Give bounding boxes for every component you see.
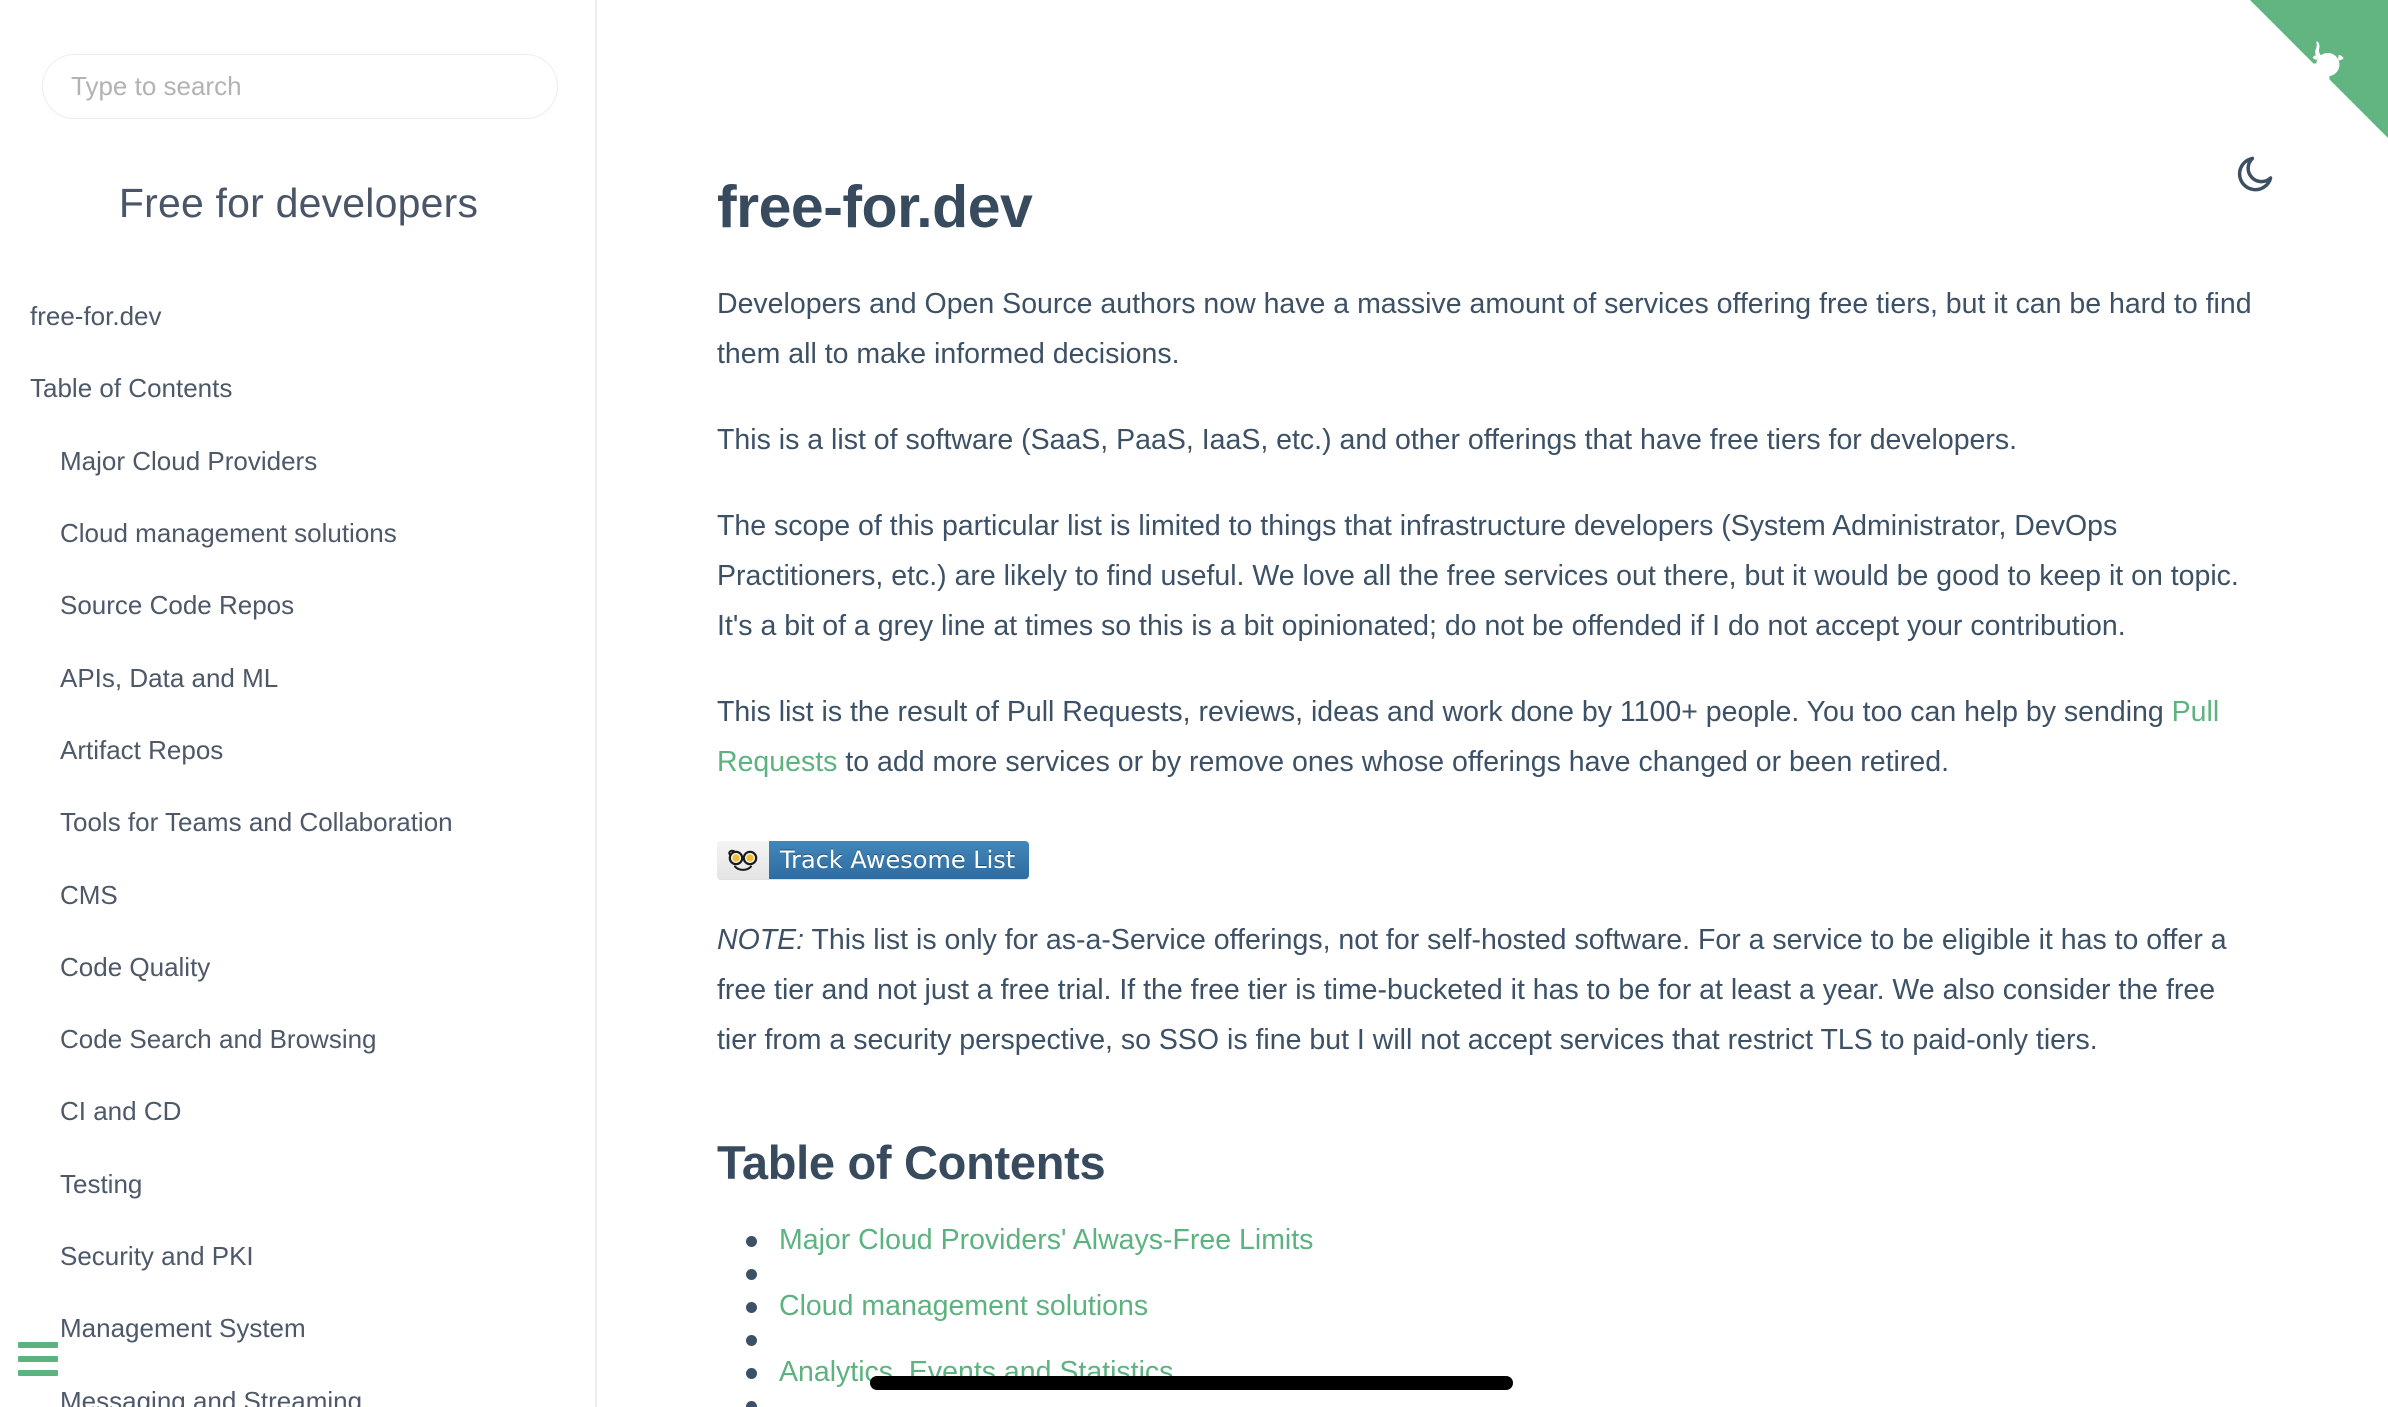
sidebar-nav: free-for.dev Table of Contents Major Clo… — [0, 280, 595, 1407]
sidebar-item-management-system[interactable]: Management System — [0, 1292, 595, 1364]
toc-list-item — [746, 1257, 2267, 1290]
hamburger-bar — [18, 1370, 58, 1376]
intro-paragraph-4: This list is the result of Pull Requests… — [717, 651, 2262, 787]
hamburger-icon[interactable] — [18, 1342, 58, 1376]
sidebar-item-code-quality[interactable]: Code Quality — [0, 931, 595, 1003]
toc-gap — [779, 1257, 2267, 1274]
sidebar-item-label[interactable]: CI and CD — [60, 1098, 181, 1124]
sidebar-item-source-code-repos[interactable]: Source Code Repos — [0, 569, 595, 641]
paragraph-text-post: to add more services or by remove ones w… — [837, 746, 1950, 778]
toc-row: Cloud management solutions — [779, 1290, 2267, 1323]
intro-paragraph-2: This is a list of software (SaaS, PaaS, … — [717, 424, 2018, 456]
badge-label: Track Awesome List — [769, 841, 1030, 879]
sidebar-item-label[interactable]: Code Search and Browsing — [60, 1026, 377, 1052]
glasses-smile-icon — [717, 841, 769, 879]
article: free-for.dev Developers and Open Source … — [717, 0, 2267, 1407]
track-awesome-list-badge[interactable]: Track Awesome List — [717, 841, 1030, 879]
sidebar-item-cloud-management-solutions[interactable]: Cloud management solutions — [0, 497, 595, 569]
toc-gap — [779, 1323, 2267, 1340]
sidebar-item-label[interactable]: Artifact Repos — [60, 737, 223, 763]
toc-link-cloud-management-solutions[interactable]: Cloud management solutions — [779, 1292, 1148, 1321]
sidebar-item-label[interactable]: Table of Contents — [30, 375, 232, 401]
paragraph-text-pre: This list is the result of Pull Requests… — [717, 696, 2172, 728]
toc-list-item: Cloud management solutions — [746, 1290, 2267, 1323]
sidebar-site-title: Free for developers — [118, 180, 479, 226]
toc-link-major-cloud-providers[interactable]: Major Cloud Providers' Always-Free Limit… — [779, 1226, 1313, 1255]
badge-row: Track Awesome List — [717, 787, 2267, 879]
sidebar-item-label[interactable]: Management System — [60, 1315, 306, 1341]
sidebar-item-free-for-dev[interactable]: free-for.dev — [0, 280, 595, 352]
sidebar: Free for developers free-for.dev Table o… — [0, 0, 597, 1407]
sidebar-item-ci-and-cd[interactable]: CI and CD — [0, 1075, 595, 1147]
hamburger-bar — [18, 1342, 58, 1348]
sidebar-item-label[interactable]: Security and PKI — [60, 1243, 254, 1269]
note-paragraph: NOTE: This list is only for as-a-Service… — [717, 879, 2262, 1065]
moon-icon[interactable] — [2233, 152, 2277, 196]
sidebar-item-cms[interactable]: CMS — [0, 858, 595, 930]
sidebar-item-label[interactable]: Tools for Teams and Collaboration — [60, 809, 453, 835]
note-body: This list is only for as-a-Service offer… — [717, 924, 2227, 1056]
sidebar-item-messaging-and-streaming[interactable]: Messaging and Streaming — [0, 1364, 595, 1407]
toc-list-item: Major Cloud Providers' Always-Free Limit… — [746, 1224, 2267, 1257]
toc-list: Major Cloud Providers' Always-Free Limit… — [717, 1186, 2267, 1407]
sidebar-item-table-of-contents[interactable]: Table of Contents — [0, 352, 595, 424]
search-input[interactable] — [42, 54, 558, 119]
sidebar-item-testing[interactable]: Testing — [0, 1148, 595, 1220]
note-label: NOTE: — [717, 924, 805, 956]
toc-list-item — [746, 1389, 2267, 1407]
page-root: Free for developers free-for.dev Table o… — [0, 0, 2388, 1407]
sidebar-item-label[interactable]: Code Quality — [60, 954, 210, 980]
toc-list-item — [746, 1323, 2267, 1356]
sidebar-item-major-cloud-providers[interactable]: Major Cloud Providers — [0, 425, 595, 497]
sidebar-item-label[interactable]: CMS — [60, 882, 118, 908]
sidebar-item-label[interactable]: Cloud management solutions — [60, 520, 397, 546]
toc-gap — [779, 1389, 2267, 1406]
sidebar-item-tools-for-teams-and-collaboration[interactable]: Tools for Teams and Collaboration — [0, 786, 595, 858]
main-content: free-for.dev Developers and Open Source … — [599, 0, 2388, 1407]
page-title: free-for.dev — [717, 174, 1033, 240]
search-field-wrapper — [42, 54, 558, 119]
sidebar-item-label[interactable]: Source Code Repos — [60, 592, 294, 618]
intro-paragraph-1: Developers and Open Source authors now h… — [717, 288, 2252, 370]
github-octocat-icon[interactable] — [2250, 0, 2388, 138]
toc-row: Major Cloud Providers' Always-Free Limit… — [779, 1224, 2267, 1257]
sidebar-item-apis-data-and-ml[interactable]: APIs, Data and ML — [0, 641, 595, 713]
sidebar-item-label[interactable]: free-for.dev — [30, 303, 162, 329]
toc-heading: Table of Contents — [717, 1136, 1106, 1189]
sidebar-item-security-and-pki[interactable]: Security and PKI — [0, 1220, 595, 1292]
sidebar-item-code-search-and-browsing[interactable]: Code Search and Browsing — [0, 1003, 595, 1075]
sidebar-item-artifact-repos[interactable]: Artifact Repos — [0, 714, 595, 786]
sidebar-item-label[interactable]: Major Cloud Providers — [60, 448, 317, 474]
sidebar-item-label[interactable]: APIs, Data and ML — [60, 665, 278, 691]
sidebar-item-label[interactable]: Testing — [60, 1171, 142, 1197]
hamburger-bar — [18, 1356, 58, 1362]
sidebar-item-label[interactable]: Messaging and Streaming — [60, 1388, 362, 1407]
intro-paragraph-3: The scope of this particular list is lim… — [717, 510, 2239, 642]
horizontal-scrollbar[interactable] — [870, 1376, 1513, 1390]
